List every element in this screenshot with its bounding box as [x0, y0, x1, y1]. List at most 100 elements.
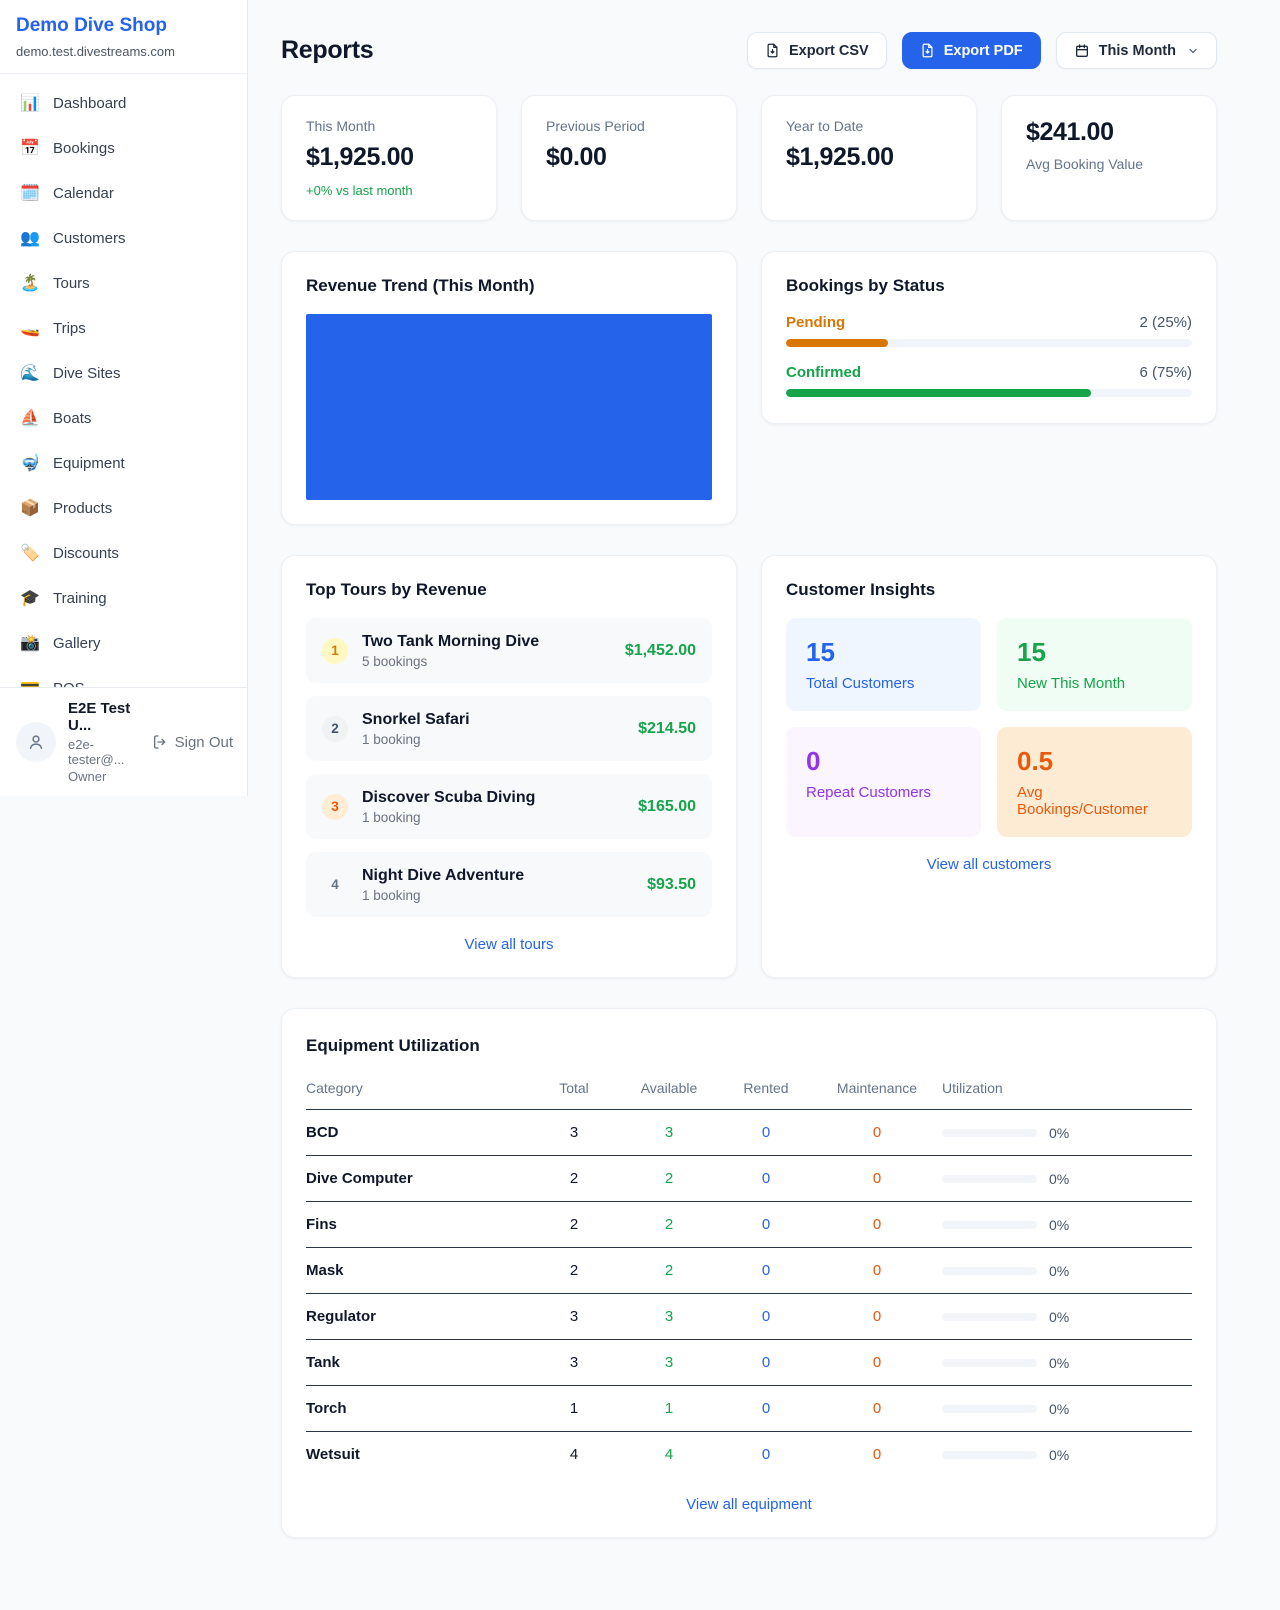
col-maintenance: Maintenance	[812, 1074, 942, 1110]
sidebar-item-customers[interactable]: 👥 Customers	[8, 219, 239, 257]
file-download-icon	[920, 43, 935, 58]
rented-value: 0	[720, 1340, 812, 1386]
period-dropdown[interactable]: This Month	[1056, 32, 1217, 69]
sidebar-item-label: Boats	[53, 410, 91, 427]
person-icon	[26, 732, 46, 752]
col-total: Total	[530, 1074, 618, 1110]
view-all-customers-link[interactable]: View all customers	[786, 856, 1192, 873]
sidebar-item-tours[interactable]: 🏝️ Tours	[8, 264, 239, 302]
sidebar-item-label: POS	[53, 680, 85, 688]
card-title: Customer Insights	[786, 580, 1192, 600]
rented-value: 0	[720, 1294, 812, 1340]
available-value: 4	[618, 1432, 720, 1478]
sidebar-item-discounts[interactable]: 🏷️ Discounts	[8, 534, 239, 572]
available-value: 3	[618, 1340, 720, 1386]
tour-row: 3 Discover Scuba Diving 1 booking $165.0…	[306, 774, 712, 839]
export-pdf-button[interactable]: Export PDF	[902, 32, 1041, 69]
sidebar-item-training[interactable]: 🎓 Training	[8, 579, 239, 617]
card-title: Top Tours by Revenue	[306, 580, 712, 600]
insight-label: Repeat Customers	[806, 784, 961, 801]
sidebar-item-equipment[interactable]: 🤿 Equipment	[8, 444, 239, 482]
stat-label: This Month	[306, 118, 472, 134]
available-value: 2	[618, 1202, 720, 1248]
col-rented: Rented	[720, 1074, 812, 1110]
file-download-icon	[765, 43, 780, 58]
utilization-percent: 0%	[1049, 1401, 1069, 1417]
total-value: 2	[530, 1202, 618, 1248]
speedboat-icon: 🚤	[20, 318, 40, 338]
export-csv-button[interactable]: Export CSV	[747, 32, 887, 69]
maintenance-value: 0	[812, 1386, 942, 1432]
utilization-percent: 0%	[1049, 1309, 1069, 1325]
available-value: 1	[618, 1386, 720, 1432]
user-role: Owner	[68, 769, 140, 784]
avatar	[16, 722, 56, 762]
export-pdf-label: Export PDF	[944, 43, 1023, 59]
sidebar-item-dive-sites[interactable]: 🌊 Dive Sites	[8, 354, 239, 392]
sidebar-item-pos[interactable]: 💳 POS	[8, 669, 239, 687]
sidebar-item-boats[interactable]: ⛵ Boats	[8, 399, 239, 437]
sidebar-item-calendar[interactable]: 🗓️ Calendar	[8, 174, 239, 212]
equipment-table: Category Total Available Rented Maintena…	[306, 1074, 1192, 1477]
rank-badge: 1	[322, 638, 348, 664]
rank-badge: 4	[322, 872, 348, 898]
people-icon: 👥	[20, 228, 40, 248]
utilization-percent: 0%	[1049, 1217, 1069, 1233]
insight-tile-repeat-customers: 0 Repeat Customers	[786, 727, 981, 837]
sidebar-item-label: Equipment	[53, 455, 125, 472]
stat-card-this-month: This Month $1,925.00 +0% vs last month	[281, 95, 497, 221]
diving-mask-icon: 🤿	[20, 453, 40, 473]
export-csv-label: Export CSV	[789, 43, 869, 59]
card-title: Bookings by Status	[786, 276, 1192, 296]
equipment-category: Fins	[306, 1202, 530, 1248]
shop-domain: demo.test.divestreams.com	[16, 44, 231, 59]
total-value: 2	[530, 1248, 618, 1294]
status-label: Confirmed	[786, 364, 861, 381]
sidebar-item-label: Bookings	[53, 140, 115, 157]
chevron-down-icon	[1187, 45, 1199, 57]
charts-row: Revenue Trend (This Month) Bookings by S…	[281, 251, 1217, 525]
rented-value: 0	[720, 1202, 812, 1248]
maintenance-value: 0	[812, 1110, 942, 1156]
sidebar-item-dashboard[interactable]: 📊 Dashboard	[8, 84, 239, 122]
view-all-tours-link[interactable]: View all tours	[306, 936, 712, 953]
app-root: Demo Dive Shop demo.test.divestreams.com…	[0, 0, 1280, 1610]
stat-card-avg-booking-value: $241.00 Avg Booking Value	[1001, 95, 1217, 221]
sign-out-button[interactable]: Sign Out	[152, 734, 233, 751]
user-name: E2E Test U...	[68, 700, 140, 734]
insight-tile-new-this-month: 15 New This Month	[997, 618, 1192, 711]
utilization-bar	[942, 1221, 1037, 1229]
tour-bookings: 1 booking	[362, 888, 633, 903]
sidebar-item-label: Trips	[53, 320, 86, 337]
brand-header: Demo Dive Shop demo.test.divestreams.com	[0, 0, 247, 74]
dashboard-icon: 📊	[20, 93, 40, 113]
equipment-category: Mask	[306, 1248, 530, 1294]
utilization-bar	[942, 1451, 1037, 1459]
stat-label: Previous Period	[546, 118, 712, 134]
sailboat-icon: ⛵	[20, 408, 40, 428]
status-row-confirmed: Confirmed 6 (75%)	[786, 364, 1192, 397]
maintenance-value: 0	[812, 1248, 942, 1294]
sidebar-item-products[interactable]: 📦 Products	[8, 489, 239, 527]
stat-value: $0.00	[546, 143, 712, 172]
sidebar-item-bookings[interactable]: 📅 Bookings	[8, 129, 239, 167]
stat-card-previous-period: Previous Period $0.00	[521, 95, 737, 221]
table-row: BCD 3 3 0 0 0%	[306, 1110, 1192, 1156]
stat-card-year-to-date: Year to Date $1,925.00	[761, 95, 977, 221]
utilization-percent: 0%	[1049, 1171, 1069, 1187]
utilization-bar	[942, 1129, 1037, 1137]
equipment-category: Regulator	[306, 1294, 530, 1340]
utilization-bar	[942, 1313, 1037, 1321]
insight-value: 15	[806, 637, 961, 668]
maintenance-value: 0	[812, 1156, 942, 1202]
sidebar-item-trips[interactable]: 🚤 Trips	[8, 309, 239, 347]
equipment-category: Dive Computer	[306, 1156, 530, 1202]
sidebar-item-gallery[interactable]: 📸 Gallery	[8, 624, 239, 662]
sidebar-item-label: Products	[53, 500, 112, 517]
shop-name: Demo Dive Shop	[16, 15, 231, 37]
credit-card-icon: 💳	[20, 678, 40, 687]
view-all-equipment-link[interactable]: View all equipment	[306, 1496, 1192, 1513]
equipment-category: BCD	[306, 1110, 530, 1156]
card-title: Equipment Utilization	[306, 1036, 1192, 1056]
rented-value: 0	[720, 1110, 812, 1156]
